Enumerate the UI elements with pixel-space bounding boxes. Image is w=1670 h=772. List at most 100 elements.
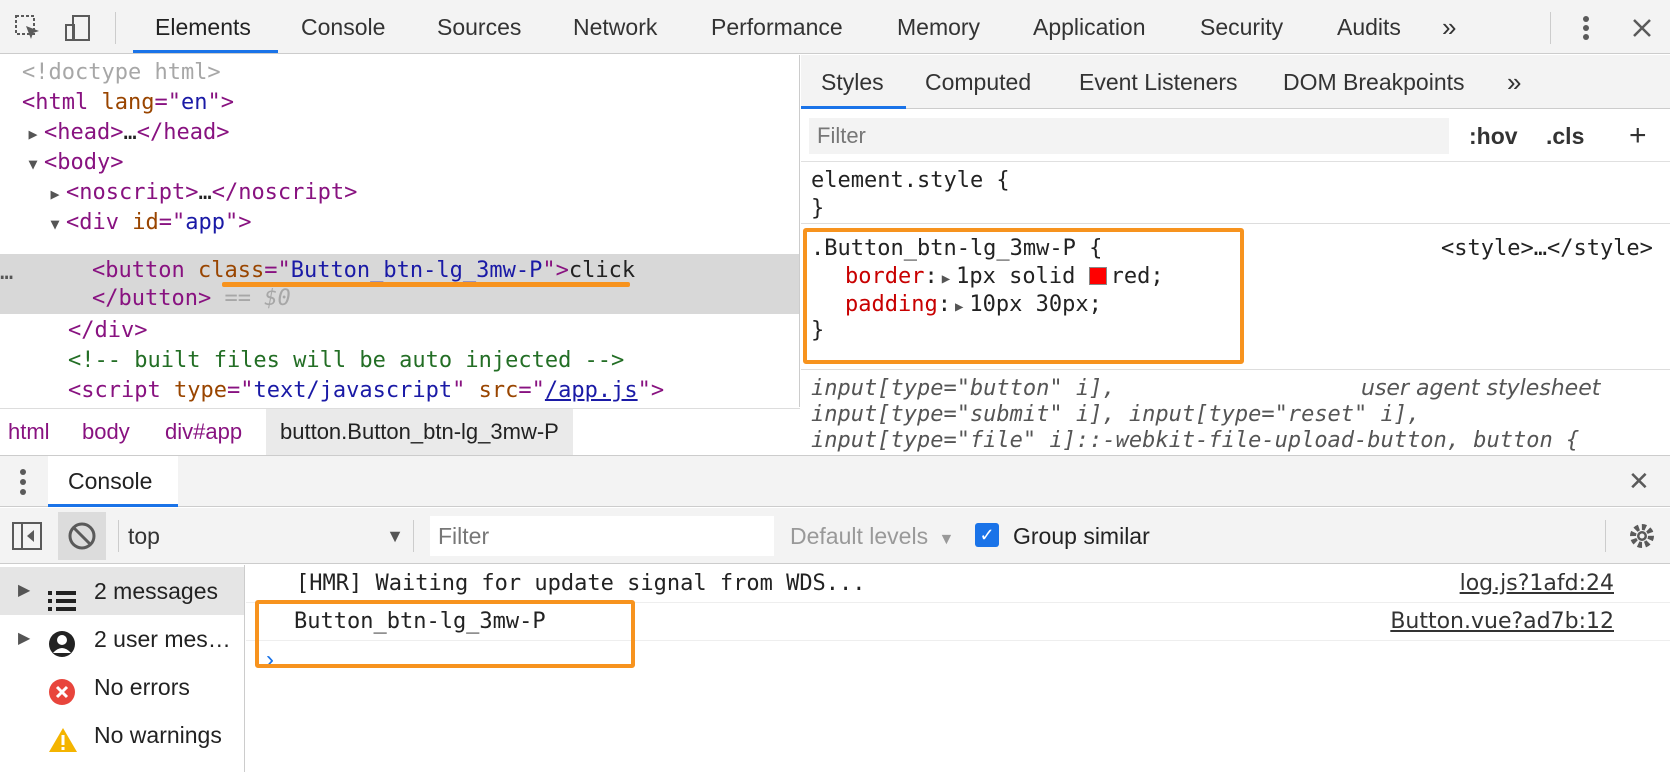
attr-eq: =" — [158, 210, 186, 235]
warning-icon — [48, 722, 78, 770]
device-toolbar-icon[interactable] — [60, 10, 96, 46]
node-text: click — [568, 258, 636, 283]
tab-application[interactable]: Application — [1033, 0, 1146, 54]
dom-node-div-close[interactable]: </div> — [68, 315, 147, 346]
sidebar-item-warnings[interactable]: No warnings — [0, 711, 244, 759]
clear-console-icon[interactable] — [58, 512, 106, 560]
tab-console[interactable]: Console — [301, 0, 385, 54]
close-drawer-icon[interactable]: ✕ — [1628, 466, 1650, 497]
tab-memory[interactable]: Memory — [897, 0, 980, 54]
rule-close-brace: } — [811, 196, 825, 221]
tag-text: <button — [92, 258, 185, 283]
dom-node-script[interactable]: <script type="text/javascript" src="/app… — [68, 375, 664, 406]
sidebar-toggle-icon[interactable] — [12, 522, 42, 555]
expand-triangle-icon[interactable]: ▶ — [22, 119, 44, 150]
expand-triangle-icon[interactable]: ▶ — [18, 615, 30, 663]
tab-network[interactable]: Network — [573, 0, 657, 54]
dom-node-noscript[interactable]: ▶ <noscript>…</noscript> — [44, 177, 357, 208]
tag-end: "> — [542, 258, 569, 283]
drawer-tab-console[interactable]: Console — [68, 456, 152, 508]
cls-toggle-button[interactable]: .cls — [1546, 110, 1584, 162]
more-tabs-button[interactable]: » — [1442, 0, 1456, 54]
context-selector[interactable]: top ▼ — [128, 516, 404, 556]
context-value: top — [128, 523, 160, 549]
console-sidebar: ▶ 2 messages ▶ 2 user mes… No errors No … — [0, 565, 245, 772]
dom-node-body[interactable]: ▼ <body> — [22, 147, 123, 178]
tag-text: <head> — [44, 120, 124, 145]
attr-name: class — [197, 258, 265, 283]
tab-styles[interactable]: Styles — [821, 55, 884, 109]
group-similar-checkbox[interactable]: ✓ — [975, 523, 999, 547]
breadcrumb-button[interactable]: button.Button_btn-lg_3mw-P — [266, 409, 573, 455]
styles-tabbar: Styles Computed Event Listeners DOM Brea… — [801, 55, 1670, 109]
tag-end: "> — [224, 210, 252, 235]
dom-doctype[interactable]: <!doctype html> — [22, 57, 221, 88]
breadcrumb-div-app[interactable]: div#app — [165, 409, 242, 455]
rule-source-link[interactable]: <style>…</style> — [1441, 235, 1653, 263]
dom-node-head[interactable]: ▶ <head>…</head> — [22, 117, 229, 148]
sidebar-item-label: No warnings — [94, 722, 222, 748]
new-style-rule-button[interactable]: + — [1629, 110, 1647, 162]
tag-text: </div> — [68, 318, 148, 343]
inspect-element-icon[interactable] — [10, 10, 46, 46]
collapsed-ellipsis[interactable]: … — [123, 120, 136, 145]
doctype-text: <!doctype html> — [22, 60, 221, 85]
chevron-down-icon: ▼ — [938, 531, 955, 548]
breadcrumb-html[interactable]: html — [8, 409, 50, 455]
expand-triangle-icon[interactable]: ▶ — [44, 179, 66, 210]
sidebar-item-user-messages[interactable]: ▶ 2 user mes… — [0, 615, 244, 663]
dom-node-button-close[interactable]: </button> == $0 — [92, 283, 291, 314]
dom-node-div-app[interactable]: ▼ <div id="app"> — [44, 207, 251, 238]
more-style-tabs-button[interactable]: » — [1507, 55, 1521, 109]
element-style-selector: element.style { — [811, 168, 1010, 193]
sidebar-item-errors[interactable]: No errors — [0, 663, 244, 711]
message-source-link[interactable]: log.js?1afd:24 — [1460, 565, 1614, 603]
breadcrumb-body[interactable]: body — [82, 409, 130, 455]
console-message[interactable]: [HMR] Waiting for update signal from WDS… — [246, 565, 1670, 603]
tab-dom-breakpoints[interactable]: DOM Breakpoints — [1283, 55, 1465, 109]
drawer-menu-icon[interactable] — [18, 466, 28, 503]
attr-name: type — [173, 378, 227, 403]
tab-event-listeners[interactable]: Event Listeners — [1079, 55, 1238, 109]
gear-icon[interactable] — [1626, 520, 1658, 557]
tab-audits[interactable]: Audits — [1337, 0, 1401, 54]
tab-security[interactable]: Security — [1200, 0, 1283, 54]
tab-elements[interactable]: Elements — [155, 0, 251, 54]
expand-triangle-icon[interactable]: ▶ — [18, 567, 30, 615]
toolbar-divider — [118, 520, 119, 552]
node-actions-dots[interactable]: … — [0, 257, 30, 288]
sidebar-item-messages[interactable]: ▶ 2 messages — [0, 567, 244, 615]
attr-value: en — [180, 90, 208, 115]
collapse-triangle-icon[interactable]: ▼ — [44, 209, 66, 240]
styles-panel: Styles Computed Event Listeners DOM Brea… — [801, 55, 1670, 454]
styles-filter-input[interactable] — [809, 118, 1449, 154]
message-text: [HMR] Waiting for update signal from WDS… — [296, 571, 866, 596]
script-src-link[interactable]: /app.js — [545, 378, 638, 403]
dom-node-comment[interactable]: <!-- built files will be auto injected -… — [68, 345, 624, 376]
console-filter-input[interactable] — [430, 516, 774, 556]
tag-text: </noscript> — [211, 180, 358, 205]
selected-node-marker: == $0 — [224, 286, 291, 311]
tag-text: </head> — [136, 120, 230, 145]
close-devtools-icon[interactable] — [1624, 10, 1660, 46]
tab-computed[interactable]: Computed — [925, 55, 1031, 109]
ua-stylesheet-label: user agent stylesheet — [1361, 376, 1601, 401]
collapse-triangle-icon[interactable]: ▼ — [22, 149, 44, 180]
chevron-down-icon: ▼ — [386, 526, 404, 546]
tag-text: </button> — [92, 286, 212, 311]
kebab-menu-icon[interactable] — [1568, 10, 1604, 46]
tag-end: "> — [207, 90, 234, 115]
tag-text: <html — [22, 90, 89, 115]
rule-highlight-box — [803, 228, 1244, 364]
tab-sources[interactable]: Sources — [437, 0, 521, 54]
message-source-link[interactable]: Button.vue?ad7b:12 — [1390, 603, 1614, 641]
tag-text: <body> — [44, 150, 124, 175]
element-style-rule[interactable]: element.style { — [811, 167, 1010, 195]
toolbar-divider — [413, 520, 414, 552]
active-tab-indicator — [133, 50, 278, 53]
dom-node-html[interactable]: <html lang="en"> — [22, 87, 234, 118]
collapsed-ellipsis[interactable]: … — [198, 180, 211, 205]
tab-performance[interactable]: Performance — [711, 0, 843, 54]
log-levels-dropdown[interactable]: Default levels ▼ — [790, 508, 954, 564]
hov-toggle-button[interactable]: :hov — [1469, 110, 1518, 162]
